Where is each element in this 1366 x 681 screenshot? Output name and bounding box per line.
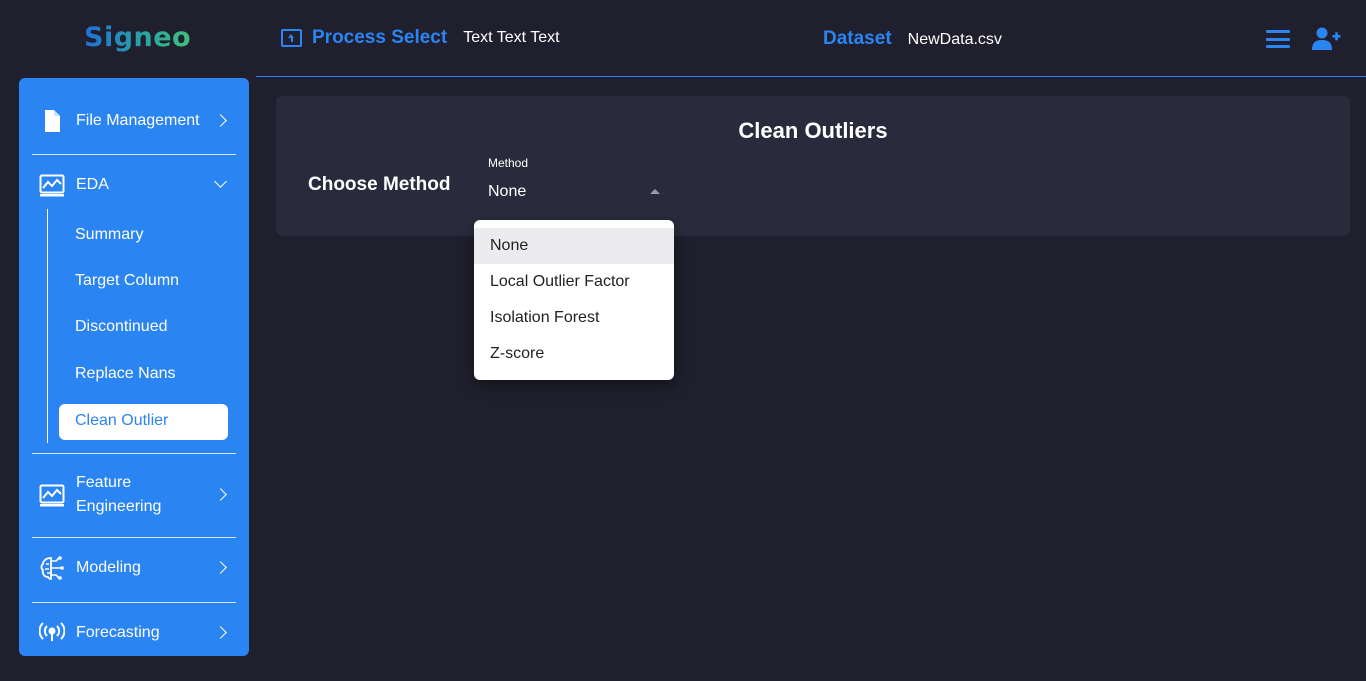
- method-option-local-outlier-factor[interactable]: Local Outlier Factor: [474, 264, 674, 300]
- sidebar-subitem-discontinued[interactable]: Discontinued: [59, 310, 228, 346]
- sidebar-subitem-clean-outlier[interactable]: Clean Outlier: [59, 404, 228, 440]
- sidebar-subitem-label: Discontinued: [75, 318, 168, 335]
- dataset-info: Dataset NewData.csv: [823, 28, 1002, 50]
- menu-icon[interactable]: [1266, 30, 1290, 48]
- sidebar-divider: [32, 602, 236, 603]
- sidebar-item-label: File Management: [76, 112, 200, 129]
- sidebar-subitem-label: Target Column: [75, 272, 180, 289]
- choose-method-label: Choose Method: [308, 174, 451, 195]
- brain-icon: [40, 556, 64, 580]
- process-select[interactable]: Process Select Text Text Text: [281, 27, 560, 49]
- clean-outliers-card: Clean Outliers Choose Method Method None: [276, 96, 1350, 236]
- sidebar-item-feature-engineering[interactable]: Feature Engineering: [19, 470, 249, 520]
- process-select-value: Text Text Text: [463, 29, 560, 46]
- chevron-right-icon: [214, 114, 227, 127]
- method-dropdown-menu: None Local Outlier Factor Isolation Fore…: [474, 220, 674, 380]
- method-option-z-score[interactable]: Z-score: [474, 336, 674, 372]
- method-select-value: None: [488, 183, 527, 200]
- signeo-logo[interactable]: Signeo: [84, 22, 191, 53]
- sidebar-subitem-label: Replace Nans: [75, 365, 176, 382]
- sidebar-subitem-summary[interactable]: Summary: [59, 218, 228, 254]
- chevron-right-icon: [214, 626, 227, 639]
- sidebar-subitem-replace-nans[interactable]: Replace Nans: [59, 357, 228, 393]
- method-option-isolation-forest[interactable]: Isolation Forest: [474, 300, 674, 336]
- sidebar-item-file-management[interactable]: File Management: [19, 106, 249, 136]
- user-add-icon[interactable]: [1311, 26, 1341, 52]
- sidebar-item-label: Modeling: [76, 559, 141, 576]
- method-option-none[interactable]: None: [474, 228, 674, 264]
- chevron-right-icon: [214, 488, 227, 501]
- submenu-line: [47, 209, 48, 443]
- sidebar: File Management EDA Summary Target Colum…: [19, 78, 249, 656]
- sidebar-subitem-target-column[interactable]: Target Column: [59, 264, 228, 300]
- sidebar-subitem-label: Summary: [75, 226, 144, 243]
- method-select[interactable]: Method None: [488, 156, 668, 204]
- sidebar-item-forecasting[interactable]: Forecasting: [19, 618, 249, 648]
- chart-icon: [39, 484, 65, 507]
- chevron-down-icon: [214, 175, 227, 188]
- process-select-title: Process Select: [312, 27, 448, 48]
- sidebar-divider: [32, 154, 236, 155]
- chart-icon: [39, 174, 65, 197]
- sidebar-divider: [32, 453, 236, 454]
- sidebar-item-modeling[interactable]: Modeling: [19, 553, 249, 583]
- page-title: Clean Outliers: [738, 118, 888, 143]
- sidebar-item-label: Feature Engineering: [76, 474, 162, 515]
- method-select-caption: Method: [488, 156, 529, 170]
- caret-up-icon: [650, 189, 660, 194]
- upload-icon: [281, 29, 302, 47]
- dataset-filename: NewData.csv: [907, 31, 1002, 48]
- sidebar-divider: [32, 537, 236, 538]
- dataset-title: Dataset: [823, 28, 892, 49]
- chevron-right-icon: [214, 561, 227, 574]
- broadcast-icon: [39, 622, 65, 641]
- sidebar-item-label: EDA: [76, 176, 109, 193]
- sidebar-item-eda[interactable]: EDA: [19, 170, 249, 200]
- sidebar-item-label: Forecasting: [76, 624, 160, 641]
- header-divider: [256, 76, 1366, 77]
- sidebar-subitem-label: Clean Outlier: [75, 412, 169, 429]
- file-icon: [45, 110, 60, 132]
